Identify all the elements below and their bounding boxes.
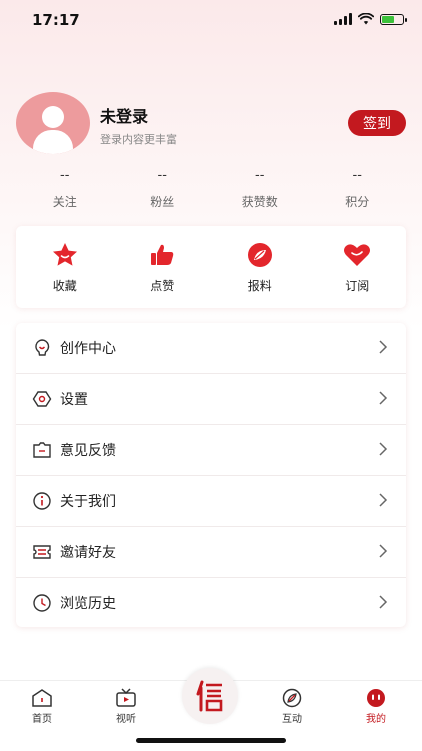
stats-row: -- 关注 -- 粉丝 -- 获赞数 -- 积分: [16, 168, 406, 212]
chevron-right-icon: [379, 442, 388, 456]
stat-value: --: [255, 168, 265, 183]
star-icon: [52, 243, 77, 266]
nav-label: 首页: [32, 714, 52, 725]
quick-label: 点赞: [150, 279, 175, 293]
chevron-right-icon: [379, 493, 388, 507]
login-hint: 登录内容更丰富: [100, 133, 177, 146]
stat-label: 获赞数: [241, 195, 278, 209]
ticket-icon: [33, 545, 51, 559]
menu-item-creator-center[interactable]: 创作中心: [16, 323, 406, 374]
menu-label: 设置: [60, 392, 88, 408]
avatar[interactable]: [16, 92, 90, 154]
heart-icon: [344, 244, 371, 266]
chevron-right-icon: [379, 595, 388, 609]
signin-button[interactable]: 签到: [348, 110, 406, 136]
menu-label: 意见反馈: [60, 443, 116, 459]
quick-label: 订阅: [345, 279, 370, 293]
chevron-right-icon: [379, 340, 388, 354]
stat-value: --: [157, 168, 167, 183]
menu-item-browse-history[interactable]: 浏览历史: [16, 578, 406, 628]
feedback-icon: [33, 442, 51, 458]
menu-label: 邀请好友: [60, 545, 116, 561]
quick-actions-card: 收藏 点赞 报料 订阅: [16, 226, 406, 308]
menu-card: 创作中心 设置 意见反馈 关于我们 邀请好友 浏览历史: [16, 323, 406, 627]
battery-icon: [380, 13, 407, 25]
quick-label: 报料: [247, 279, 272, 293]
profile-face-icon: [367, 689, 385, 707]
nav-home[interactable]: 首页: [12, 681, 72, 731]
status-time: 17:17: [32, 11, 80, 29]
tv-icon: [116, 688, 136, 707]
clock-icon: [33, 594, 51, 612]
chevron-right-icon: [379, 544, 388, 558]
chevron-right-icon: [379, 391, 388, 405]
menu-label: 浏览历史: [60, 596, 116, 612]
xin-logo-icon: [196, 680, 223, 712]
nav-mine[interactable]: 我的: [346, 681, 406, 731]
nav-label: 视听: [116, 714, 136, 725]
user-name[interactable]: 未登录: [100, 103, 148, 127]
home-indicator[interactable]: [136, 738, 286, 743]
quick-label: 收藏: [52, 279, 77, 293]
stat-fans[interactable]: -- 粉丝: [114, 168, 212, 212]
signal-icon: [334, 13, 352, 25]
stat-likes[interactable]: -- 获赞数: [211, 168, 309, 212]
thumbs-up-icon: [151, 244, 174, 265]
wifi-icon: [358, 13, 374, 25]
stat-label: 积分: [345, 195, 370, 209]
stat-label: 关注: [52, 195, 77, 209]
nav-center-xin[interactable]: [182, 668, 238, 724]
stat-value: --: [352, 168, 362, 183]
nav-interact[interactable]: 互动: [262, 681, 322, 731]
nav-media[interactable]: 视听: [96, 681, 156, 731]
stat-points[interactable]: -- 积分: [309, 168, 407, 212]
info-icon: [33, 492, 51, 510]
quick-subscribe[interactable]: 订阅: [309, 226, 407, 308]
settings-icon: [32, 391, 52, 407]
menu-label: 关于我们: [60, 494, 116, 510]
status-icons: [334, 13, 407, 25]
status-bar: 17:17: [0, 0, 422, 40]
stat-value: --: [60, 168, 70, 183]
menu-item-invite-friends[interactable]: 邀请好友: [16, 527, 406, 578]
stat-follow[interactable]: -- 关注: [16, 168, 114, 212]
quick-favorites[interactable]: 收藏: [16, 226, 114, 308]
nav-label: 互动: [282, 714, 302, 725]
quick-tip[interactable]: 报料: [211, 226, 309, 308]
menu-item-settings[interactable]: 设置: [16, 374, 406, 425]
bulb-icon: [35, 339, 50, 356]
tip-compass-icon: [247, 243, 272, 267]
home-icon: [32, 689, 52, 707]
menu-label: 创作中心: [60, 341, 116, 357]
compass-icon: [282, 688, 302, 708]
stat-label: 粉丝: [150, 195, 175, 209]
profile-section: 未登录 登录内容更丰富 签到: [16, 92, 406, 156]
quick-likes[interactable]: 点赞: [114, 226, 212, 308]
menu-item-feedback[interactable]: 意见反馈: [16, 425, 406, 476]
nav-label: 我的: [366, 714, 386, 725]
menu-item-about-us[interactable]: 关于我们: [16, 476, 406, 527]
